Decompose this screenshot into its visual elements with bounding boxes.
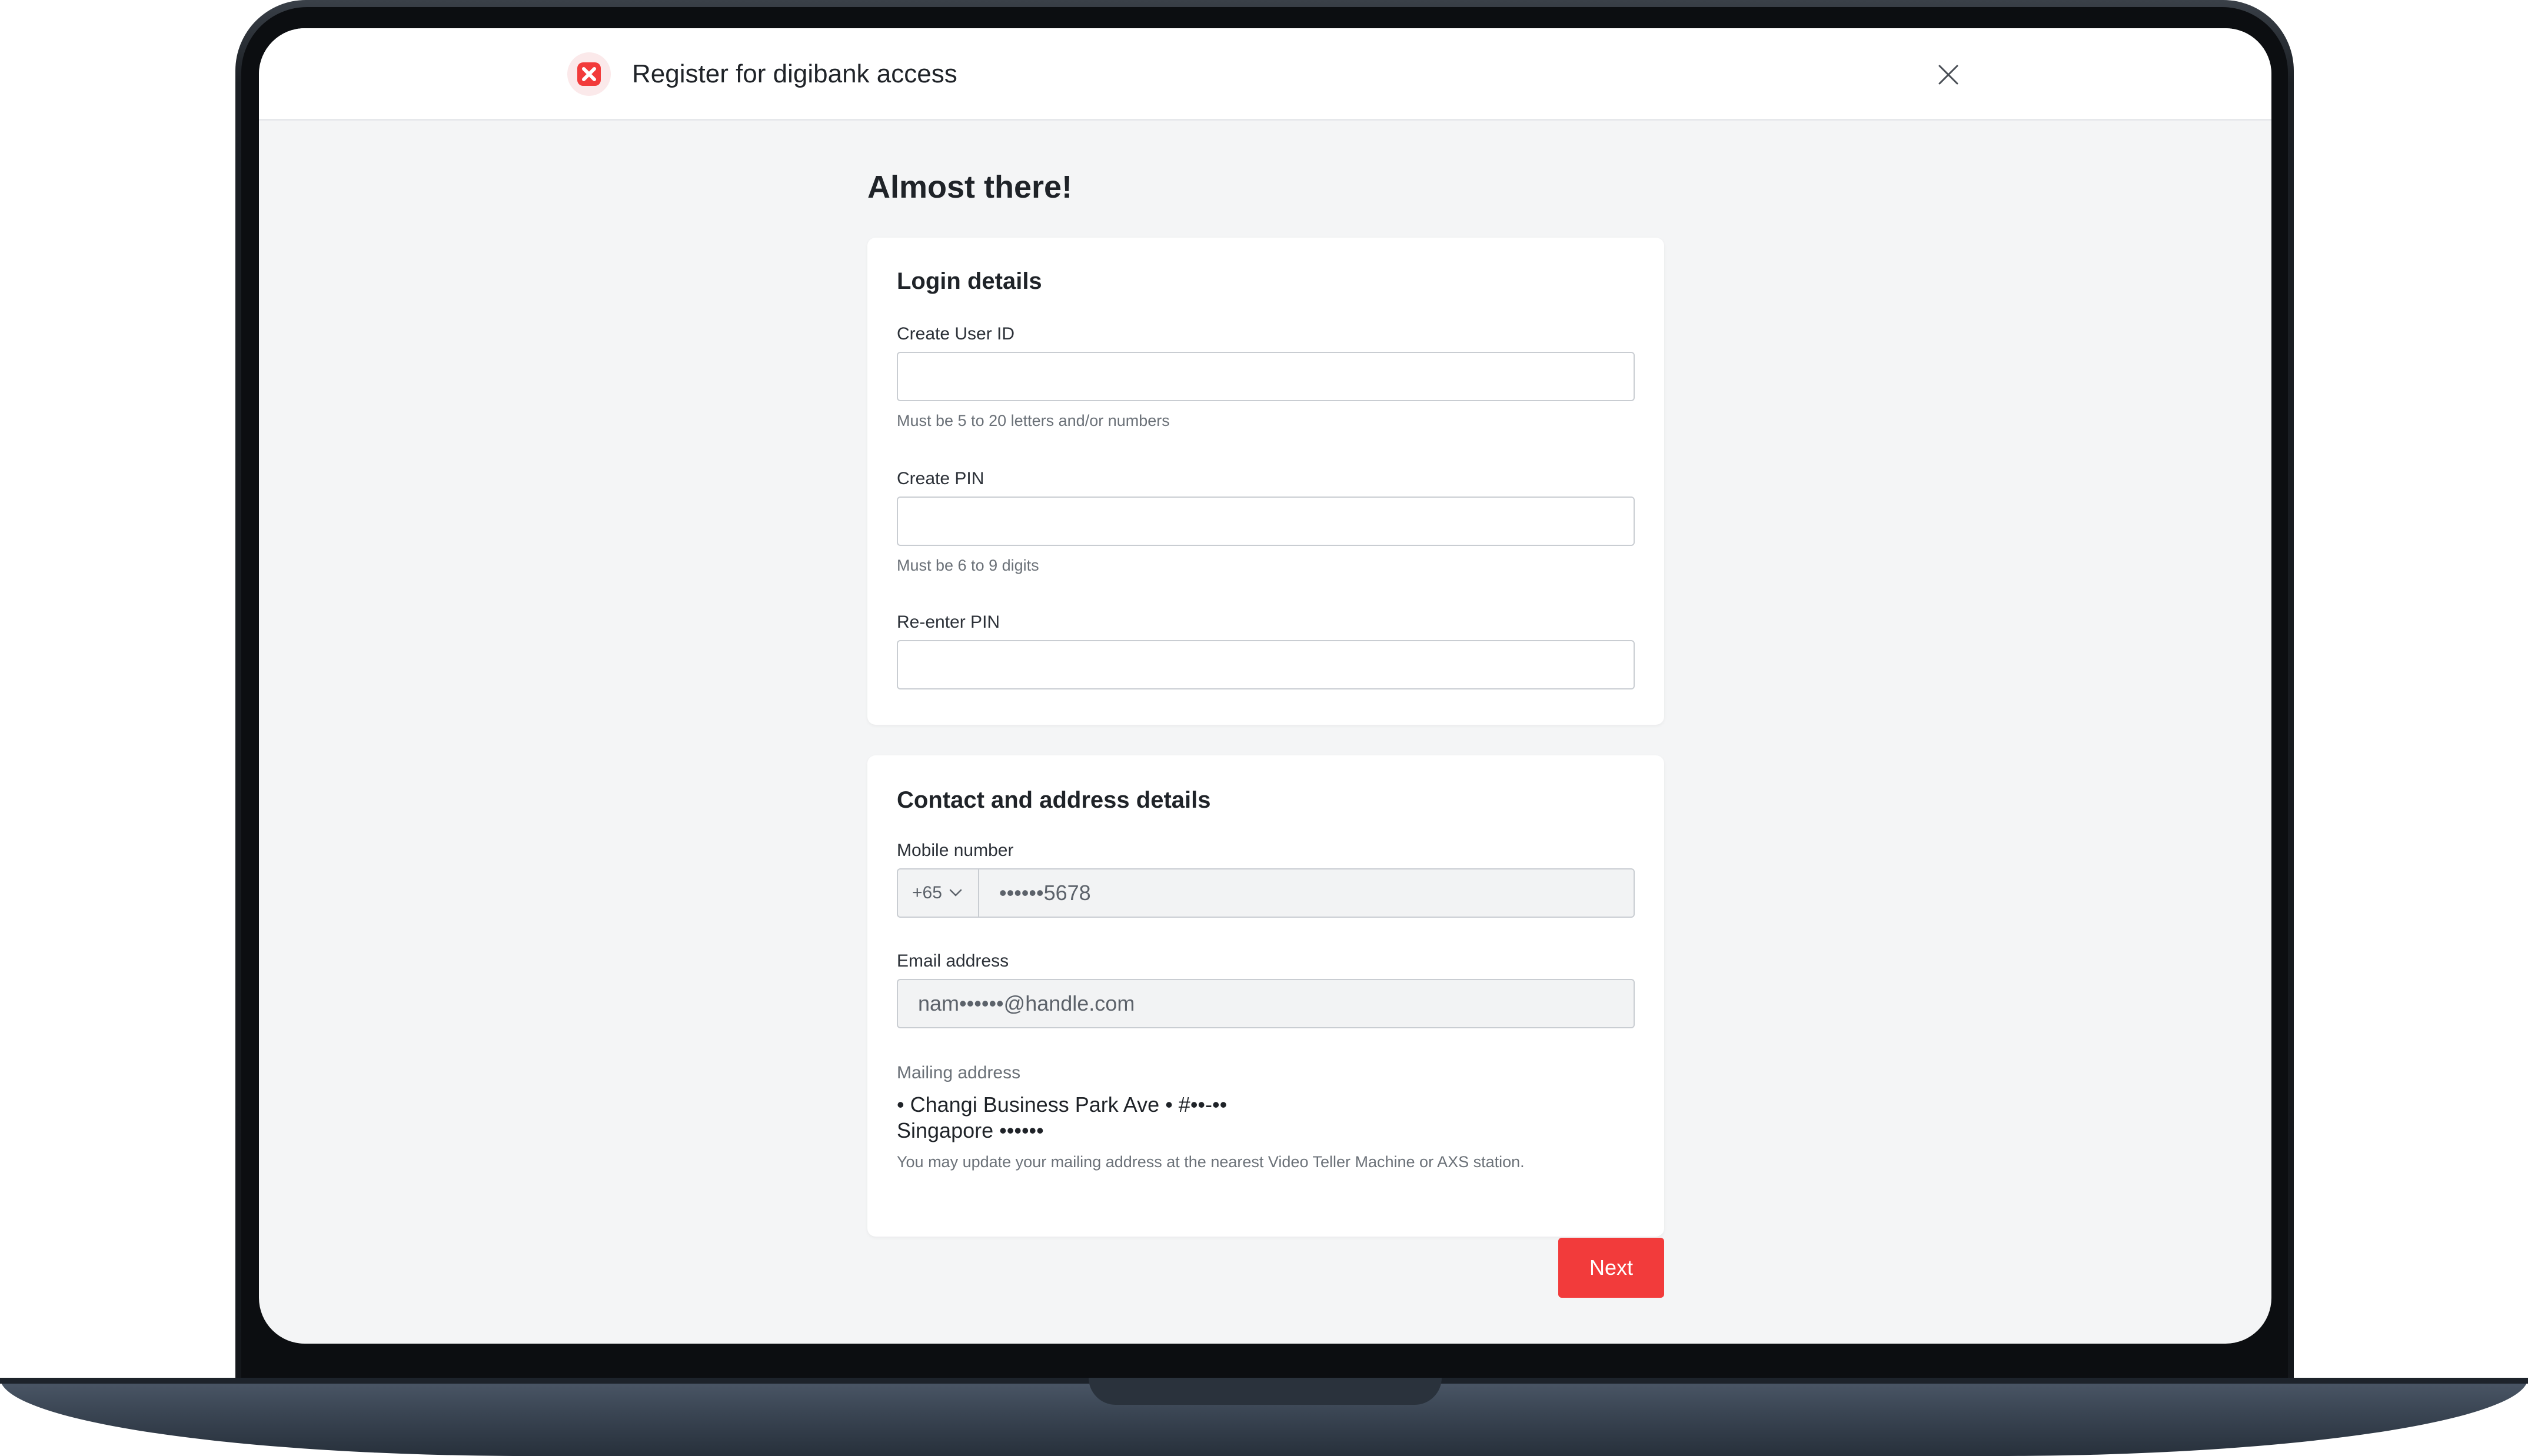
page-title: Register for digibank access <box>632 59 957 88</box>
mailing-address-line2: Singapore •••••• <box>897 1118 1044 1142</box>
mobile-number-value[interactable]: ••••••5678 <box>979 869 1634 917</box>
country-code-value: +65 <box>912 883 942 902</box>
reenter-pin-input[interactable] <box>897 640 1635 689</box>
section-heading: Almost there! <box>867 169 1073 205</box>
laptop-notch <box>1089 1378 1442 1405</box>
user-id-label: Create User ID <box>897 324 1015 344</box>
chevron-down-icon <box>949 889 962 897</box>
mailing-address-label: Mailing address <box>897 1063 1021 1082</box>
pin-input[interactable] <box>897 497 1635 546</box>
user-id-hint: Must be 5 to 20 letters and/or numbers <box>897 412 1170 429</box>
contact-details-card: Contact and address details Mobile numbe… <box>867 755 1664 1237</box>
close-icon[interactable] <box>1934 60 1963 89</box>
mobile-label: Mobile number <box>897 841 1014 860</box>
email-field[interactable] <box>897 979 1635 1028</box>
mobile-field: +65 ••••••5678 <box>897 868 1635 918</box>
user-id-input[interactable] <box>897 352 1635 401</box>
email-label: Email address <box>897 951 1009 971</box>
contact-details-title: Contact and address details <box>897 787 1211 813</box>
login-details-title: Login details <box>897 268 1042 294</box>
pin-label: Create PIN <box>897 469 984 488</box>
mailing-address-note: You may update your mailing address at t… <box>897 1153 1525 1171</box>
top-bar: Register for digibank access <box>259 28 2271 121</box>
mailing-address-line1: • Changi Business Park Ave • #••-•• <box>897 1092 1228 1117</box>
reenter-pin-label: Re-enter PIN <box>897 612 1000 632</box>
login-details-card: Login details Create User ID Must be 5 t… <box>867 238 1664 725</box>
next-button[interactable]: Next <box>1558 1238 1664 1298</box>
dbs-logo-icon <box>567 52 611 96</box>
pin-hint: Must be 6 to 9 digits <box>897 557 1039 574</box>
app-screen: Register for digibank access Almost ther… <box>259 28 2271 1344</box>
country-code-select[interactable]: +65 <box>898 869 979 917</box>
